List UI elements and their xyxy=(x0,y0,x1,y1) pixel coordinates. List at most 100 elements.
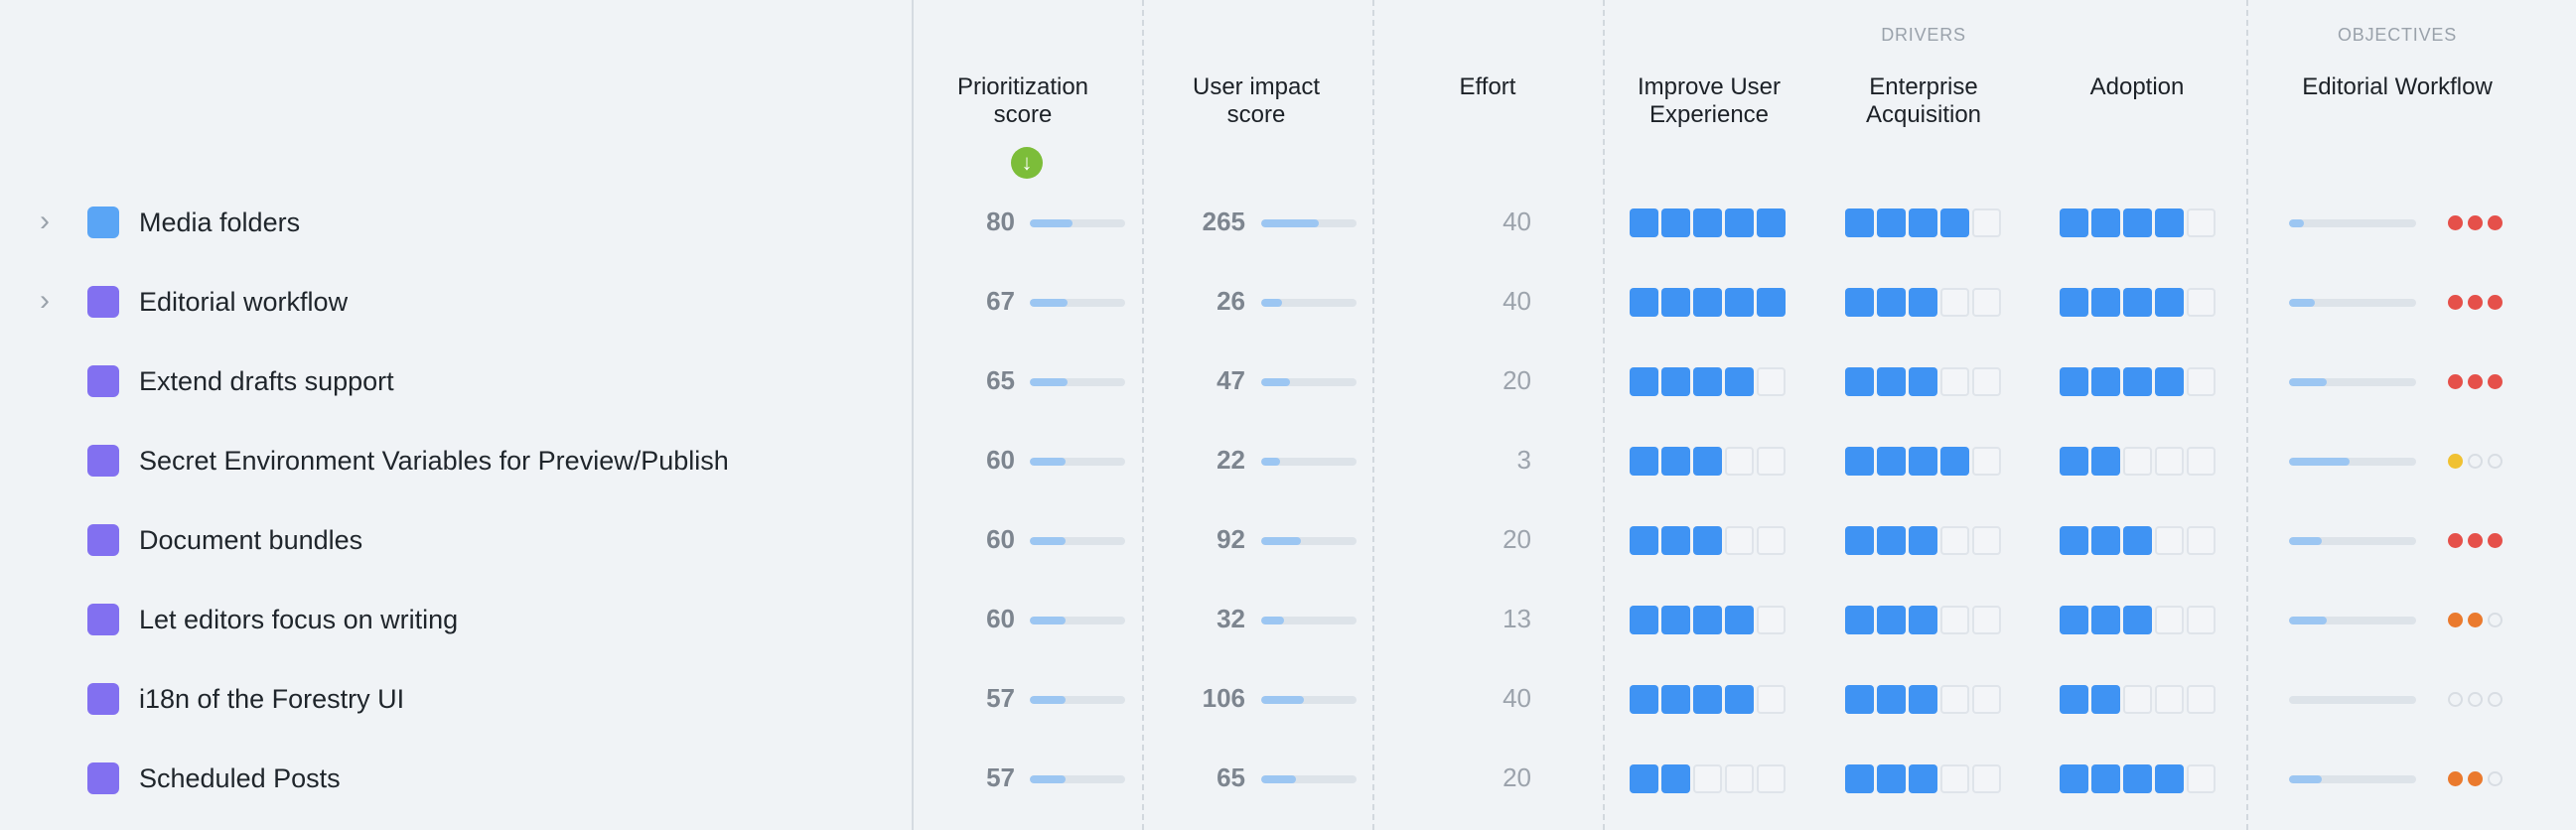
adoption-score-square[interactable] xyxy=(2187,208,2216,237)
adoption-score-square[interactable] xyxy=(2123,288,2152,317)
header-adoption[interactable]: Adoption xyxy=(2090,73,2185,101)
enterprise-score-square[interactable] xyxy=(1877,606,1906,634)
ux-score-square[interactable] xyxy=(1693,764,1722,793)
ux-score-square[interactable] xyxy=(1757,606,1786,634)
table-row[interactable]: Secret Environment Variables for Preview… xyxy=(0,421,2576,500)
enterprise-score-square[interactable] xyxy=(1972,685,2001,714)
ux-score-square[interactable] xyxy=(1661,764,1690,793)
ux-score-square[interactable] xyxy=(1630,764,1658,793)
header-enterprise-acquisition[interactable]: Enterprise Acquisition xyxy=(1866,73,1981,129)
enterprise-score-square[interactable] xyxy=(1845,526,1874,555)
enterprise-score-square[interactable] xyxy=(1909,288,1937,317)
ux-score-square[interactable] xyxy=(1661,685,1690,714)
enterprise-score-square[interactable] xyxy=(1909,208,1937,237)
enterprise-score-square[interactable] xyxy=(1909,606,1937,634)
adoption-score-square[interactable] xyxy=(2060,764,2088,793)
ux-score-square[interactable] xyxy=(1693,367,1722,396)
enterprise-score-square[interactable] xyxy=(1877,208,1906,237)
ux-score-square[interactable] xyxy=(1757,367,1786,396)
enterprise-score-square[interactable] xyxy=(1845,764,1874,793)
adoption-score-square[interactable] xyxy=(2060,685,2088,714)
header-effort[interactable]: Effort xyxy=(1460,73,1516,101)
adoption-score-square[interactable] xyxy=(2187,367,2216,396)
ux-score-square[interactable] xyxy=(1725,606,1754,634)
enterprise-score-square[interactable] xyxy=(1877,447,1906,476)
adoption-score-square[interactable] xyxy=(2187,288,2216,317)
enterprise-score-square[interactable] xyxy=(1845,367,1874,396)
enterprise-score-square[interactable] xyxy=(1972,606,2001,634)
ux-score-square[interactable] xyxy=(1725,208,1754,237)
enterprise-score-square[interactable] xyxy=(1845,447,1874,476)
enterprise-score-square[interactable] xyxy=(1909,367,1937,396)
ux-score-square[interactable] xyxy=(1693,288,1722,317)
enterprise-score-square[interactable] xyxy=(1940,288,1969,317)
enterprise-score-square[interactable] xyxy=(1909,447,1937,476)
enterprise-score-square[interactable] xyxy=(1877,685,1906,714)
ux-score-square[interactable] xyxy=(1630,447,1658,476)
adoption-score-square[interactable] xyxy=(2155,764,2184,793)
ux-score-square[interactable] xyxy=(1693,447,1722,476)
ux-score-square[interactable] xyxy=(1630,208,1658,237)
ux-score-square[interactable] xyxy=(1661,208,1690,237)
enterprise-score-square[interactable] xyxy=(1877,764,1906,793)
adoption-score-square[interactable] xyxy=(2123,606,2152,634)
ux-score-square[interactable] xyxy=(1693,606,1722,634)
ux-score-square[interactable] xyxy=(1693,526,1722,555)
enterprise-score-square[interactable] xyxy=(1972,367,2001,396)
chevron-right-icon[interactable]: › xyxy=(40,207,64,238)
enterprise-score-square[interactable] xyxy=(1877,526,1906,555)
enterprise-score-square[interactable] xyxy=(1877,367,1906,396)
adoption-score-square[interactable] xyxy=(2091,367,2120,396)
adoption-score-square[interactable] xyxy=(2187,447,2216,476)
ux-score-square[interactable] xyxy=(1757,288,1786,317)
adoption-score-square[interactable] xyxy=(2091,606,2120,634)
adoption-score-square[interactable] xyxy=(2187,764,2216,793)
row-title[interactable]: Extend drafts support xyxy=(139,366,394,397)
enterprise-score-square[interactable] xyxy=(1845,208,1874,237)
adoption-score-square[interactable] xyxy=(2155,447,2184,476)
enterprise-score-square[interactable] xyxy=(1940,685,1969,714)
row-title[interactable]: Scheduled Posts xyxy=(139,763,341,794)
adoption-score-square[interactable] xyxy=(2187,685,2216,714)
table-row[interactable]: Document bundles 60 92 20 xyxy=(0,500,2576,580)
table-row[interactable]: Let editors focus on writing 60 32 13 xyxy=(0,580,2576,659)
adoption-score-square[interactable] xyxy=(2123,685,2152,714)
table-row[interactable]: › Editorial workflow 67 26 40 xyxy=(0,262,2576,342)
row-title[interactable]: Document bundles xyxy=(139,525,362,556)
adoption-score-square[interactable] xyxy=(2060,208,2088,237)
enterprise-score-square[interactable] xyxy=(1909,685,1937,714)
adoption-score-square[interactable] xyxy=(2155,288,2184,317)
ux-score-square[interactable] xyxy=(1630,606,1658,634)
enterprise-score-square[interactable] xyxy=(1877,288,1906,317)
ux-score-square[interactable] xyxy=(1661,288,1690,317)
ux-score-square[interactable] xyxy=(1693,208,1722,237)
ux-score-square[interactable] xyxy=(1661,447,1690,476)
ux-score-square[interactable] xyxy=(1630,685,1658,714)
adoption-score-square[interactable] xyxy=(2091,208,2120,237)
adoption-score-square[interactable] xyxy=(2187,606,2216,634)
adoption-score-square[interactable] xyxy=(2123,447,2152,476)
adoption-score-square[interactable] xyxy=(2091,447,2120,476)
enterprise-score-square[interactable] xyxy=(1940,606,1969,634)
adoption-score-square[interactable] xyxy=(2123,208,2152,237)
ux-score-square[interactable] xyxy=(1661,526,1690,555)
adoption-score-square[interactable] xyxy=(2123,764,2152,793)
ux-score-square[interactable] xyxy=(1757,447,1786,476)
adoption-score-square[interactable] xyxy=(2155,606,2184,634)
adoption-score-square[interactable] xyxy=(2155,526,2184,555)
adoption-score-square[interactable] xyxy=(2060,526,2088,555)
adoption-score-square[interactable] xyxy=(2091,685,2120,714)
header-improve-user-experience[interactable]: Improve User Experience xyxy=(1638,73,1781,129)
ux-score-square[interactable] xyxy=(1661,367,1690,396)
adoption-score-square[interactable] xyxy=(2060,606,2088,634)
enterprise-score-square[interactable] xyxy=(1940,526,1969,555)
enterprise-score-square[interactable] xyxy=(1972,288,2001,317)
adoption-score-square[interactable] xyxy=(2187,526,2216,555)
enterprise-score-square[interactable] xyxy=(1972,764,2001,793)
ux-score-square[interactable] xyxy=(1661,606,1690,634)
enterprise-score-square[interactable] xyxy=(1940,208,1969,237)
adoption-score-square[interactable] xyxy=(2091,764,2120,793)
row-title[interactable]: Let editors focus on writing xyxy=(139,605,458,635)
ux-score-square[interactable] xyxy=(1757,764,1786,793)
row-title[interactable]: i18n of the Forestry UI xyxy=(139,684,404,715)
